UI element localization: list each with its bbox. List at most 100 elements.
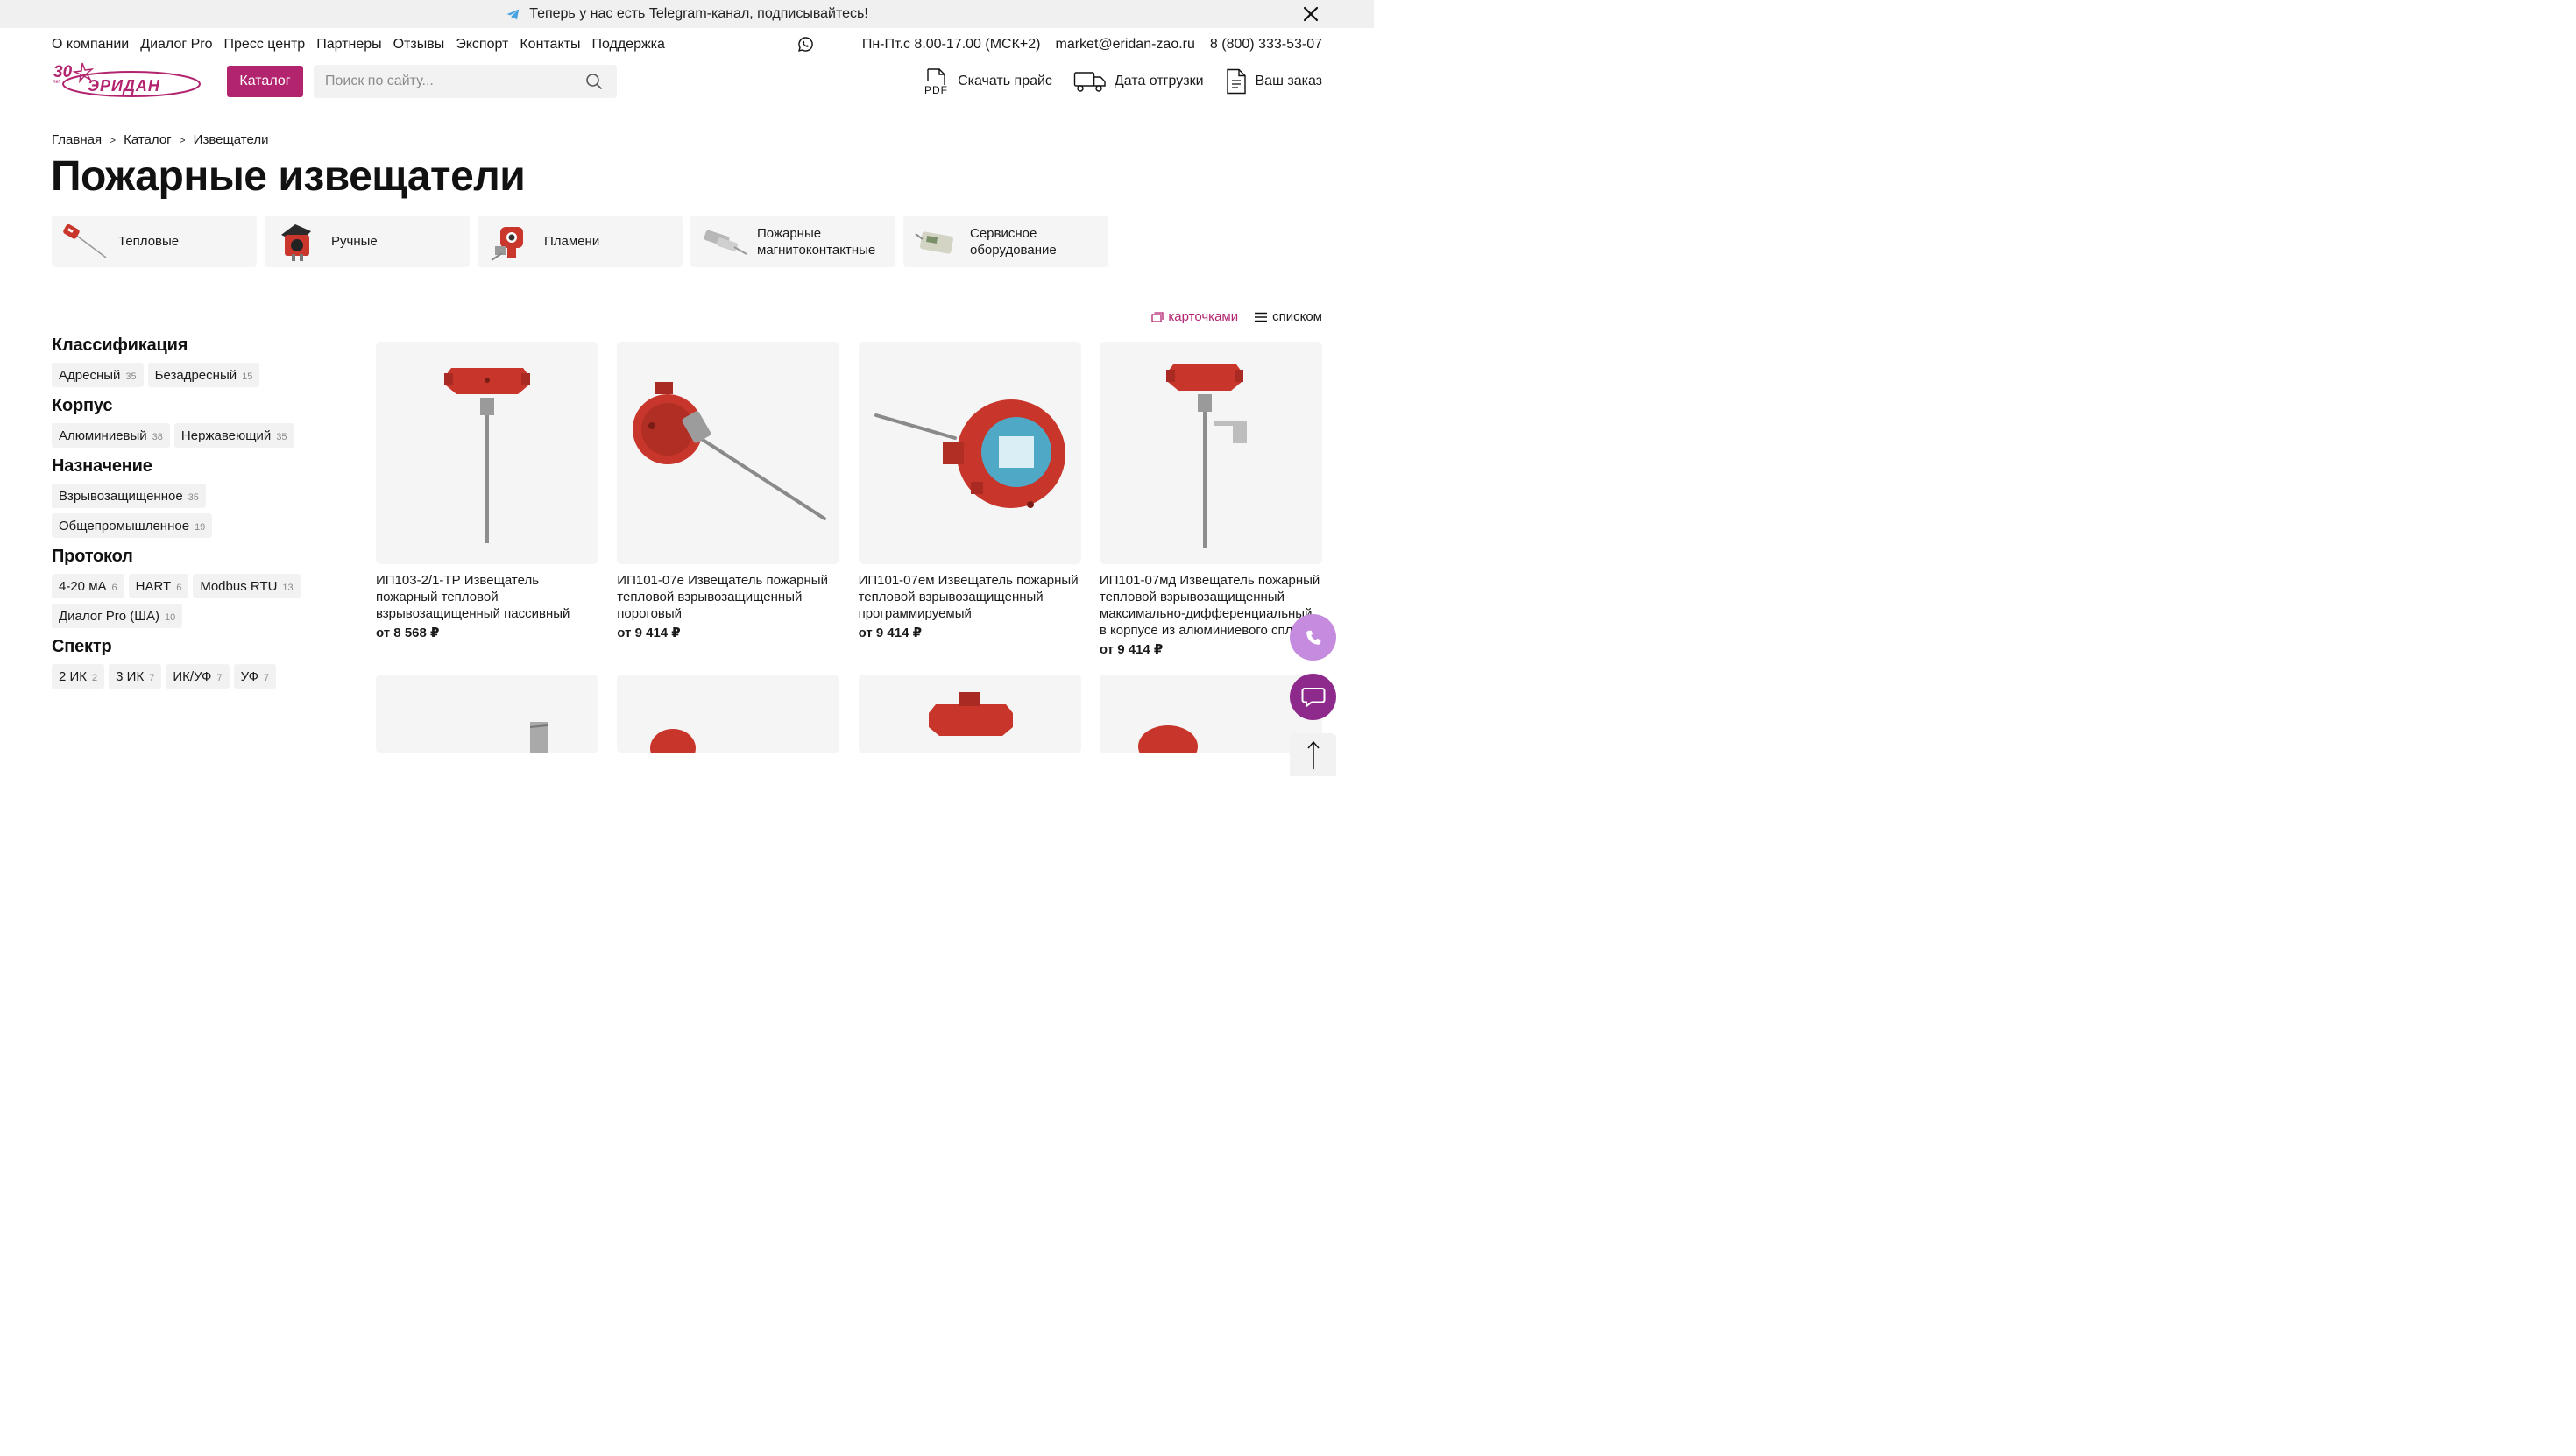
product-image[interactable] [617, 342, 840, 564]
chat-button[interactable] [1290, 674, 1336, 720]
filter-chip[interactable]: УФ 7 [233, 664, 277, 689]
chevron-right-icon: > [179, 133, 186, 146]
subcategory-thermal[interactable]: Тепловые [52, 216, 257, 267]
pdf-file-icon: PDF [924, 68, 948, 95]
product-image[interactable] [376, 675, 598, 753]
service-equipment-thumbnail [903, 216, 970, 267]
filter-chip[interactable]: 3 ИК 7 [109, 664, 162, 689]
filter-chip[interactable]: Адресный 35 [52, 363, 144, 387]
breadcrumb-home[interactable]: Главная [52, 132, 102, 147]
filter-chip[interactable]: Общепромышленное 19 [52, 513, 213, 538]
close-icon[interactable] [1302, 5, 1320, 23]
whatsapp-icon[interactable] [797, 36, 814, 53]
product-image[interactable] [1099, 342, 1322, 564]
subcategory-list: Тепловые Ручные Пламени Пожарные магнито… [52, 216, 1108, 267]
product-title[interactable]: ИП101-07е Извещатель пожарный тепловой в… [617, 572, 839, 622]
nav-link-press[interactable]: Пресс центр [224, 37, 306, 53]
filter-chip-count: 10 [165, 611, 176, 623]
view-list-label: списком [1272, 309, 1322, 324]
filter-chip-label: Безадресный [154, 367, 237, 383]
nav-link-partners[interactable]: Партнеры [316, 37, 381, 53]
site-search [314, 65, 617, 98]
catalog-button[interactable]: Каталог [227, 66, 303, 97]
nav-link-about[interactable]: О компании [52, 37, 129, 53]
download-price-button[interactable]: PDF Скачать прайс [924, 67, 1052, 95]
nav-link-export[interactable]: Экспорт [456, 37, 508, 53]
filter-chip-label: 3 ИК [116, 668, 145, 684]
subcategory-flame[interactable]: Пламени [478, 216, 683, 267]
filter-chip-label: Диалог Pro (ША) [59, 608, 160, 624]
subcategory-label: Пожарные магнитоконтактные [757, 225, 876, 258]
telegram-icon [506, 8, 520, 20]
breadcrumb: Главная > Каталог > Извещатели [52, 132, 269, 147]
filter-chip-count: 19 [195, 521, 206, 533]
filter-group-housing: Корпус Алюминиевый 38 Нержавеющий 35 [52, 396, 341, 448]
view-list-button[interactable]: списком [1254, 309, 1322, 324]
shipping-date-button[interactable]: Дата отгрузки [1073, 70, 1204, 93]
document-icon [1226, 68, 1246, 95]
search-icon[interactable] [585, 73, 603, 90]
product-title[interactable]: ИП101-07ем Извещатель пожарный тепловой … [859, 572, 1081, 622]
chat-bubble-icon [1301, 687, 1325, 708]
scroll-to-top-button[interactable] [1290, 733, 1336, 776]
view-cards-button[interactable]: карточками [1151, 309, 1238, 324]
product-card[interactable]: ИП101-07ем Извещатель пожарный тепловой … [858, 342, 1081, 657]
phone-link[interactable]: 8 (800) 333-53-07 [1210, 37, 1322, 53]
search-input[interactable] [314, 65, 577, 98]
cards-view-icon [1151, 311, 1164, 322]
subcategory-service-equipment[interactable]: Сервисное оборудование [903, 216, 1108, 267]
product-image[interactable] [858, 675, 1081, 753]
product-image[interactable] [858, 342, 1081, 564]
product-card[interactable] [858, 675, 1081, 753]
product-card[interactable] [617, 675, 840, 753]
filter-chip[interactable]: 2 ИК 2 [52, 664, 105, 689]
filter-chip[interactable]: Диалог Pro (ША) 10 [52, 604, 183, 628]
nav-link-dialog-pro[interactable]: Диалог Pro [140, 37, 212, 53]
product-title[interactable]: ИП103-2/1-ТР Извещатель пожарный теплово… [376, 572, 598, 622]
contact-info: Пн-Пт.с 8.00-17.00 (МСК+2) market@eridan… [862, 37, 1322, 53]
nav-link-support[interactable]: Поддержка [591, 37, 664, 53]
breadcrumb-current: Извещатели [193, 132, 269, 147]
filter-chip-count: 13 [282, 582, 294, 593]
your-order-button[interactable]: Ваш заказ [1225, 68, 1322, 95]
filter-chip[interactable]: Алюминиевый 38 [52, 423, 170, 448]
product-image[interactable] [617, 675, 840, 753]
pdf-badge: PDF [924, 84, 948, 95]
filter-chip[interactable]: Безадресный 15 [147, 363, 260, 387]
filter-chip[interactable]: 4-20 мА 6 [52, 574, 124, 598]
shipping-date-label: Дата отгрузки [1114, 74, 1204, 88]
email-link[interactable]: market@eridan-zao.ru [1055, 37, 1194, 53]
notice-text[interactable]: Теперь у нас есть Telegram-канал, подпис… [529, 6, 868, 22]
product-card[interactable]: ИП103-2/1-ТР Извещатель пожарный теплово… [376, 342, 598, 657]
product-card[interactable] [1099, 675, 1322, 753]
filter-chip-label: 4-20 мА [59, 578, 107, 594]
call-button[interactable] [1290, 614, 1336, 661]
page-title: Пожарные извещатели [51, 153, 526, 200]
filter-chip[interactable]: HART 6 [128, 574, 189, 598]
subcategory-magnetic-contact[interactable]: Пожарные магнитоконтактные [690, 216, 895, 267]
filter-group-title: Протокол [52, 547, 133, 566]
eridan-logo[interactable]: 30 лет ЭРИДАН [51, 60, 202, 100]
product-title[interactable]: ИП101-07мд Извещатель пожарный тепловой … [1100, 572, 1322, 639]
product-card[interactable]: ИП101-07е Извещатель пожарный тепловой в… [617, 342, 840, 657]
product-image[interactable] [376, 342, 598, 564]
subcategory-manual[interactable]: Ручные [265, 216, 470, 267]
filter-chip[interactable]: Нержавеющий 35 [173, 423, 294, 448]
filter-chip-label: Modbus RTU [200, 578, 278, 594]
filter-group-classification: Классификация Адресный 35 Безадресный 15 [52, 336, 341, 387]
filter-chip-label: Адресный [59, 367, 121, 383]
filter-chip[interactable]: ИК/УФ 7 [166, 664, 230, 689]
manual-call-point-thumbnail [265, 216, 331, 267]
nav-link-reviews[interactable]: Отзывы [393, 37, 445, 53]
filter-chip-label: HART [135, 578, 172, 594]
filter-chip-count: 35 [188, 491, 199, 503]
chevron-right-icon: > [110, 133, 117, 146]
product-card[interactable]: ИП101-07мд Извещатель пожарный тепловой … [1099, 342, 1322, 657]
breadcrumb-catalog[interactable]: Каталог [124, 132, 172, 147]
nav-link-contacts[interactable]: Контакты [520, 37, 580, 53]
filter-chip[interactable]: Modbus RTU 13 [193, 574, 301, 598]
product-image[interactable] [1099, 675, 1322, 753]
filter-chip[interactable]: Взрывозащищенное 35 [52, 484, 206, 508]
product-card[interactable] [376, 675, 598, 753]
list-view-icon [1255, 312, 1268, 322]
